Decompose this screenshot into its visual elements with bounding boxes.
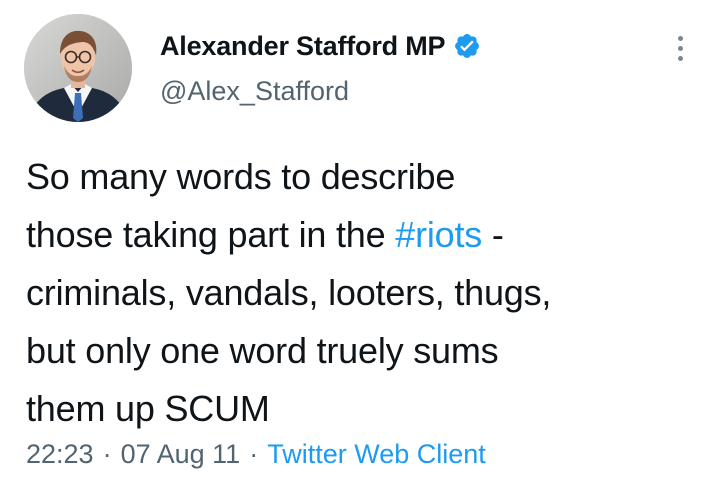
tweet-text-segment: them up SCUM (26, 388, 270, 429)
more-options-icon[interactable] (666, 26, 694, 70)
tweet-text-segment: - (482, 214, 504, 255)
display-name[interactable]: Alexander Stafford MP (160, 31, 446, 62)
tweet-text-segment: but only one word truely sums (26, 330, 499, 371)
author-name-row: Alexander Stafford MP (160, 26, 481, 66)
tweet-text: So many words to describe those taking p… (26, 148, 698, 438)
tweet-text-line: them up SCUM (26, 380, 698, 438)
avatar[interactable] (24, 14, 132, 122)
tweet-text-line: So many words to describe (26, 148, 698, 206)
meta-separator: · (102, 438, 112, 469)
author-handle[interactable]: @Alex_Stafford (160, 76, 349, 107)
tweet-text-line: those taking part in the #riots - (26, 206, 698, 264)
more-dot (677, 45, 683, 51)
tweet-date[interactable]: 07 Aug 11 (121, 439, 241, 470)
hashtag-link[interactable]: #riots (395, 214, 482, 255)
meta-separator: · (249, 438, 259, 469)
more-dot (677, 55, 683, 61)
more-dot (677, 35, 683, 41)
tweet-time[interactable]: 22:23 (26, 439, 94, 470)
source-link[interactable]: Twitter Web Client (267, 439, 486, 470)
tweet-text-segment: those taking part in the (26, 214, 396, 255)
tweet-text-segment: So many words to describe (26, 156, 456, 197)
verified-badge-icon (455, 34, 480, 58)
avatar-photo (24, 14, 132, 122)
tweet-text-segment: criminals, vandals, looters, thugs, (26, 272, 552, 313)
tweet-text-line: but only one word truely sums (26, 322, 698, 380)
tweet-text-line: criminals, vandals, looters, thugs, (26, 264, 698, 322)
tweet-card: Alexander Stafford MP @Alex_Stafford So … (0, 0, 720, 491)
tweet-meta: 22:23 · 07 Aug 11 · Twitter Web Client (26, 432, 486, 476)
